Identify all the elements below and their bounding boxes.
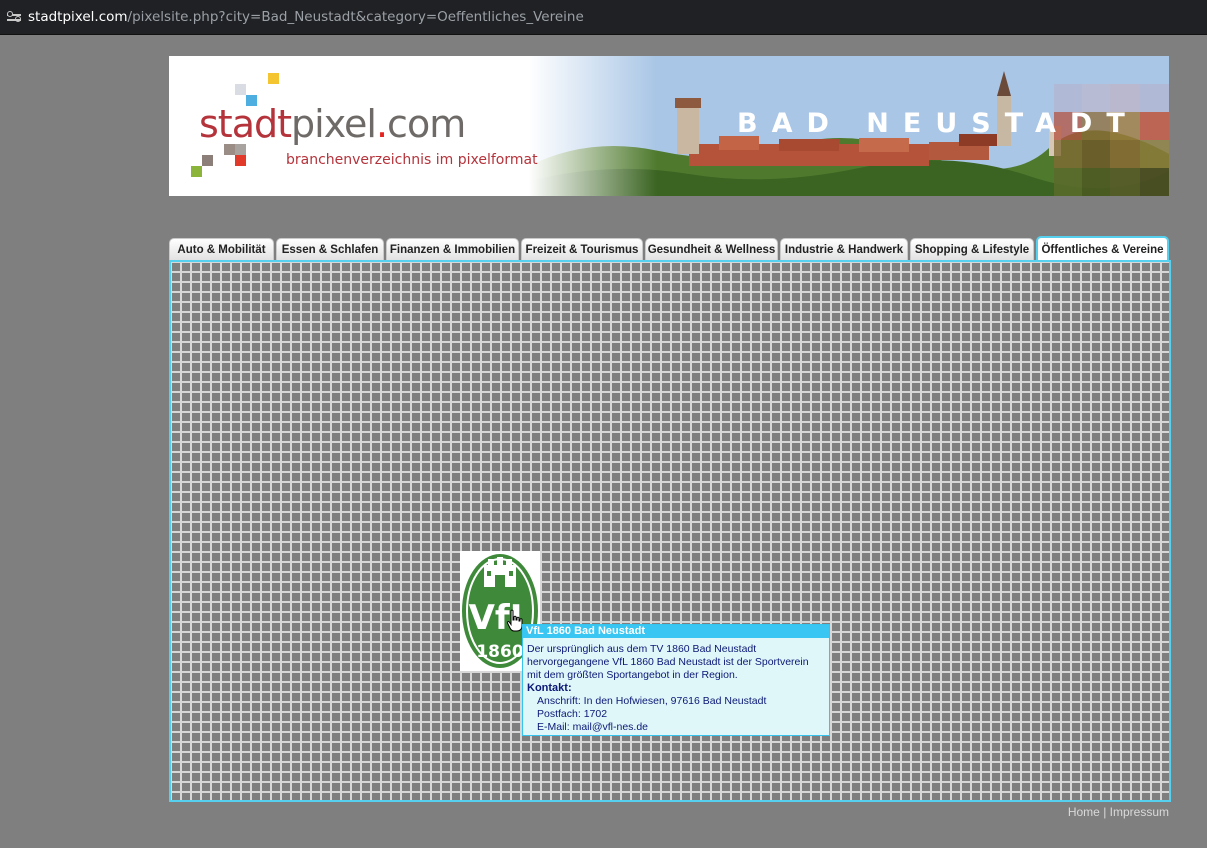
logo-pixel — [235, 155, 246, 166]
tab-freizeit-tourismus[interactable]: Freizeit & Tourismus — [521, 238, 643, 260]
footer-links: Home | Impressum — [1068, 805, 1169, 819]
tab-oeffentliches-vereine[interactable]: Öffentliches & Vereine — [1036, 236, 1169, 262]
tune-icon[interactable] — [6, 9, 22, 25]
logo-pixel — [202, 155, 213, 166]
tab-auto-mobilitaet[interactable]: Auto & Mobilität — [169, 238, 274, 260]
header-banner: stadtpixel.com branchenverzeichnis im pi… — [169, 56, 1169, 196]
home-link[interactable]: Home — [1068, 805, 1100, 819]
tab-gesundheit-wellness[interactable]: Gesundheit & Wellness — [645, 238, 778, 260]
tooltip-description-line: mit dem größten Sportangebot in der Regi… — [527, 669, 738, 681]
tooltip-title: VfL 1860 Bad Neustadt — [523, 625, 829, 638]
logo-pixel — [268, 73, 279, 84]
tooltip-description-line: hervorgegangene VfL 1860 Bad Neustadt is… — [527, 656, 809, 668]
impressum-link[interactable]: Impressum — [1110, 805, 1169, 819]
tooltip-body: Der ursprünglich aus dem TV 1860 Bad Neu… — [523, 638, 829, 734]
tooltip-contact-label: Kontakt: — [527, 682, 572, 694]
tab-finanzen-immobilien[interactable]: Finanzen & Immobilien — [386, 238, 519, 260]
tooltip-address: Anschrift: In den Hofwiesen, 97616 Bad N… — [537, 695, 767, 707]
footer-separator: | — [1103, 805, 1107, 819]
tooltip-postbox: Postfach: 1702 — [537, 708, 608, 720]
logo-subtitle: branchenverzeichnis im pixelformat — [286, 152, 538, 168]
logo-pixel — [191, 166, 202, 177]
url-domain: stadtpixel.com — [28, 9, 128, 25]
tab-essen-schlafen[interactable]: Essen & Schlafen — [276, 238, 384, 260]
city-title: BAD NEUSTADT — [737, 108, 1139, 139]
tab-shopping-lifestyle[interactable]: Shopping & Lifestyle — [910, 238, 1034, 260]
address-bar[interactable]: stadtpixel.com/pixelsite.php?city=Bad_Ne… — [0, 0, 1207, 35]
svg-text:1860: 1860 — [476, 642, 523, 662]
url-path: /pixelsite.php?city=Bad_Neustadt&categor… — [127, 9, 584, 25]
tooltip-email: E-Mail: mail@vfl-nes.de — [537, 721, 649, 733]
category-tabs: Auto & Mobilität Essen & Schlafen Finanz… — [169, 236, 1171, 262]
logo-pixel — [235, 84, 246, 95]
tooltip-description-line: Der ursprünglich aus dem TV 1860 Bad Neu… — [527, 643, 757, 655]
site-logo[interactable]: stadtpixel.com — [199, 102, 466, 146]
tab-industrie-handwerk[interactable]: Industrie & Handwerk — [780, 238, 908, 260]
entry-tooltip: VfL 1860 Bad Neustadt Der ursprünglich a… — [522, 624, 830, 736]
